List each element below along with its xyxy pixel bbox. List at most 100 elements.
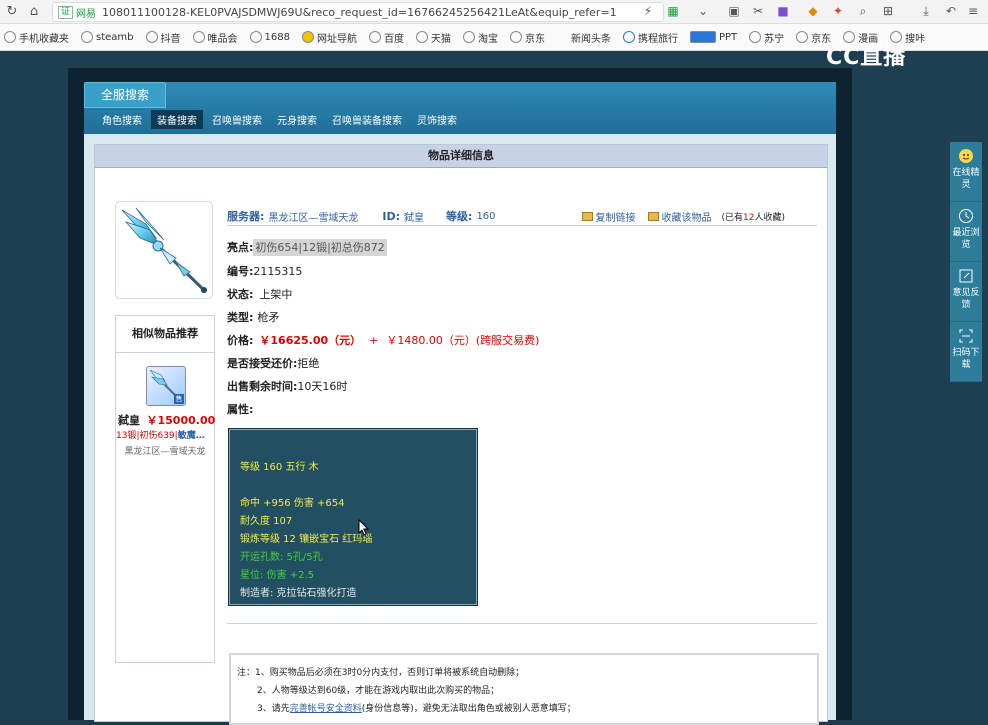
feedback-button[interactable]: 意见反馈 (950, 262, 982, 322)
undo-icon[interactable]: ↶ (943, 3, 959, 19)
bookmark-icon (749, 31, 762, 43)
page-background: CC直播 全服搜索 角色搜索 装备搜索 召唤兽搜索 元身搜索 召唤兽装备搜索 灵… (0, 45, 988, 725)
highlight-row: 亮点: 初伤654|12锻|初总伤872 (227, 239, 387, 256)
app-icon[interactable]: ■ (775, 3, 791, 19)
similar-item-name-price[interactable]: 弑皇 ￥15000.00 (118, 412, 215, 428)
bookmark-item[interactable]: 新闻头条 (571, 30, 611, 45)
bookmark-icon (81, 31, 93, 43)
scan-download-button[interactable]: 扫码下载 (950, 322, 982, 382)
bargain-row: 是否接受还价:拒绝 (227, 355, 319, 371)
bookmark-item[interactable]: 手机收藏夹 (4, 30, 69, 45)
window-icon[interactable]: ▣ (726, 3, 742, 19)
notice-line-2: 2、人物等级达到60级，才能在游戏内取出此次购买的物品； (257, 686, 500, 696)
highlight-label: 亮点: (227, 241, 254, 254)
tab-body-search[interactable]: 元身搜索 (271, 110, 323, 129)
detail-header: 物品详细信息 (95, 145, 827, 168)
bookmark-item[interactable]: steamb (81, 31, 134, 43)
tab-bar: 全服搜索 角色搜索 装备搜索 召唤兽搜索 元身搜索 召唤兽装备搜索 灵饰搜索 (84, 82, 836, 134)
price-label: 价格: (227, 334, 254, 347)
server-value: 黑龙江区—雪域天龙 (268, 212, 359, 224)
shield-icon[interactable]: ◆ (805, 3, 821, 19)
bookmark-icon (509, 31, 522, 43)
scissors-icon[interactable]: ✂ (750, 3, 766, 19)
stat-maker: 制造者: 克拉钻石强化打造 (240, 588, 357, 599)
similar-item-server: 黑龙江区—雪域天龙 (124, 447, 206, 457)
cc-live-logo: CC直播 (826, 45, 907, 70)
divider (227, 623, 817, 624)
attributes-label: 属性: (227, 403, 254, 416)
status-row: 状态: 上架中 (227, 286, 292, 302)
fee-value: ￥1480.00（元）(跨服交易费) (386, 334, 540, 347)
home-icon[interactable]: ⌂ (24, 2, 44, 22)
copy-link-button[interactable]: 复制链接 (581, 209, 636, 224)
account-security-link[interactable]: 完善帐号安全资料 (290, 704, 362, 714)
bookmark-icon (4, 31, 16, 43)
tab-pet-search[interactable]: 召唤兽搜索 (206, 110, 268, 129)
grid-icon[interactable]: ▦ (665, 3, 681, 19)
stat-hit-damage: 命中 +956 伤害 +654 (240, 498, 345, 509)
bookmark-item[interactable]: 网址导航 (301, 30, 357, 45)
scan-icon (959, 329, 973, 343)
lightning-icon[interactable]: ⚡ (640, 3, 656, 19)
type-label: 类型: (227, 311, 254, 324)
site-name: 网易 (76, 8, 97, 20)
notice-line-3: 3、请先完善帐号安全资料(身份信息等)，避免无法取出角色或被别人恶意填写； (257, 704, 576, 714)
address-bar[interactable]: 证 网易 108011100128-KEL0PVAJSDMWJ69U&reco_… (52, 2, 664, 22)
search-panel: 全服搜索 角色搜索 装备搜索 召唤兽搜索 元身搜索 召唤兽装备搜索 灵饰搜索 物… (84, 82, 836, 725)
secure-badge: 证 (58, 5, 74, 19)
bookmark-icon (796, 31, 809, 43)
item-image[interactable] (115, 201, 213, 299)
bookmark-item[interactable]: 抖音 (145, 30, 181, 45)
floating-sidebar: 在线精灵 最近浏览 意见反馈 扫码下载 (950, 142, 982, 382)
bookmark-icon (249, 31, 262, 43)
edit-icon (959, 269, 973, 283)
refresh-icon[interactable]: ↻ (2, 2, 22, 22)
bookmark-item[interactable]: PPT (689, 31, 737, 43)
favorite-count: (已有12人收藏) (721, 212, 786, 223)
menu-icon[interactable]: ≡ (965, 3, 981, 19)
stat-level: 等级 160 五行 木 (240, 462, 319, 473)
bargain-label: 是否接受还价: (227, 357, 298, 370)
sale-badge: 售 (174, 394, 184, 404)
search-icon[interactable]: ⌕ (855, 3, 871, 19)
purchase-notice: 注：1、购买物品后必须在3时0分内支付，否则订单将被系统自动删除； 2、人物等级… (229, 653, 819, 725)
bookmark-item[interactable]: 京东 (509, 30, 545, 45)
bookmark-item[interactable]: 百度 (368, 30, 404, 45)
tab-all-server-search[interactable]: 全服搜索 (84, 82, 166, 108)
chevron-down-icon[interactable]: ⌄ (695, 3, 711, 19)
similar-items-title: 相似物品推荐 (116, 316, 214, 353)
bookmark-icon (415, 31, 428, 43)
bookmark-item[interactable]: 苏宁 (749, 30, 784, 45)
url-text[interactable]: 108011100128-KEL0PVAJSDMWJ69U&reco_reque… (102, 6, 617, 19)
price-value: ￥16625.00（元） (259, 334, 362, 347)
bookmark-item[interactable]: 携程旅行 (622, 30, 678, 45)
stat-forge: 锻炼等级 12 镶嵌宝石 红玛瑙 (240, 534, 373, 545)
number-row: 编号:2115315 (227, 263, 302, 279)
price-plus: + (369, 334, 379, 347)
server-label: 服务器: (227, 210, 265, 223)
bookmark-icon (462, 31, 475, 43)
avatar-icon (959, 149, 973, 163)
number-label: 编号: (227, 265, 254, 278)
status-label: 状态: (227, 288, 254, 301)
page-scrollbar[interactable] (982, 51, 988, 720)
bookmark-icon (301, 31, 314, 43)
game-icon[interactable]: ✦ (830, 3, 846, 19)
bookmark-item[interactable]: 1688 (249, 31, 290, 43)
online-helper-button[interactable]: 在线精灵 (950, 142, 982, 202)
bookmark-item[interactable]: 唯品会 (192, 30, 238, 45)
download-icon[interactable]: ⤓ (918, 3, 934, 19)
tab-role-search[interactable]: 角色搜索 (96, 110, 148, 129)
bargain-value: 拒绝 (297, 357, 320, 370)
apps-icon[interactable]: ⊞ (880, 3, 896, 19)
bookmark-icon (192, 31, 205, 43)
tab-pet-equip-search[interactable]: 召唤兽装备搜索 (326, 110, 408, 129)
bookmark-item[interactable]: 天猫 (415, 30, 451, 45)
tab-equip-search[interactable]: 装备搜索 (151, 110, 203, 129)
recent-views-button[interactable]: 最近浏览 (950, 202, 982, 262)
tab-accessory-search[interactable]: 灵饰搜索 (411, 110, 463, 129)
favorite-button[interactable]: 收藏该物品 (647, 209, 712, 224)
bookmark-item[interactable]: 淘宝 (462, 30, 498, 45)
type-row: 类型: 枪矛 (227, 309, 279, 325)
similar-item-thumbnail[interactable]: 售 (146, 366, 186, 406)
